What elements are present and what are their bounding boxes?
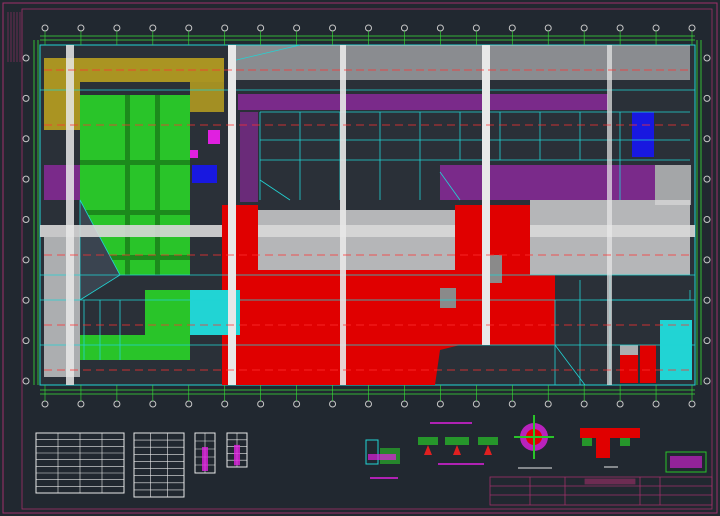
axis-bubble-bottom (149, 400, 157, 408)
axis-bubble-right (703, 94, 711, 102)
axis-bubble-bottom (77, 400, 85, 408)
axis-bubble-right (703, 216, 711, 223)
axis-bubble-top (41, 24, 49, 32)
axis-bubble-right (703, 296, 711, 304)
detail-section-4 (478, 437, 498, 455)
axis-bubble-right (703, 54, 711, 62)
axis-bubble-bottom (544, 400, 552, 408)
axis-bubble-top (365, 24, 372, 32)
table-frame (133, 432, 185, 498)
axis-bubble-right (703, 377, 711, 385)
axis-bubble-top (436, 24, 444, 32)
axis-bubble-bottom (652, 400, 660, 408)
axis-bubble-top (185, 24, 193, 32)
floor-plan-drawing (2, 2, 718, 514)
axis-bubble-left (22, 377, 30, 385)
axis-bubble-top (329, 24, 337, 32)
axis-bubble-top (257, 24, 265, 32)
axis-bubble-bottom (400, 400, 408, 408)
axis-bubble-bottom (508, 400, 516, 408)
title-block (489, 476, 713, 506)
axis-bubble-left (22, 256, 30, 264)
axis-bubble-bottom (580, 400, 588, 408)
axis-bubble-right (703, 337, 711, 345)
schedule-table (133, 432, 185, 498)
axis-bubble-left (22, 135, 30, 143)
axis-bubble-left (22, 337, 30, 345)
axis-bubble-top (544, 24, 552, 32)
axis-bubble-bottom (221, 400, 229, 408)
detail-section-3 (438, 437, 484, 465)
axis-bubble-bottom (257, 400, 265, 408)
axis-bubble-top (221, 24, 229, 32)
axis-bubble-top (77, 24, 85, 32)
axis-bubble-top (400, 24, 408, 32)
axis-bubble-top (293, 24, 301, 32)
axis-bubble-bottom (616, 400, 624, 408)
axis-bubble-top (652, 24, 660, 32)
binding-strip (7, 12, 21, 62)
detail-section-1 (365, 439, 400, 479)
axis-bubble-bottom (329, 400, 337, 408)
legend-swatch-table (194, 432, 216, 474)
cad-viewport[interactable] (0, 0, 720, 516)
axis-bubble-left (22, 296, 30, 304)
legend-swatch (234, 444, 240, 466)
axis-bubble-bottom (436, 400, 444, 408)
axis-bubble-top (580, 24, 588, 32)
axis-bubble-bottom (185, 400, 193, 408)
axis-bubble-bottom (113, 400, 121, 408)
legend-swatch (202, 447, 208, 471)
axis-bubble-top (149, 24, 157, 32)
axis-bubble-bottom (293, 400, 301, 408)
axis-bubble-top (688, 24, 696, 32)
axis-bubble-left (22, 54, 30, 62)
axis-bubble-left (22, 175, 30, 183)
legend-tables (35, 432, 248, 498)
axis-bubble-right (703, 135, 711, 143)
schedule-table (35, 432, 125, 494)
axis-bubble-top (508, 24, 516, 32)
axis-bubble-bottom (365, 400, 372, 408)
legend-swatch-table (226, 432, 248, 468)
axis-bubble-left (22, 94, 30, 102)
axis-bubble-bottom (41, 400, 49, 408)
axis-bubble-right (703, 256, 711, 264)
axis-bubble-left (22, 216, 30, 223)
detail-beam-joint (580, 428, 640, 468)
axis-bubble-bottom (688, 400, 696, 408)
axis-bubble-top (113, 24, 121, 32)
detail-stamp (665, 451, 707, 473)
axis-bubble-right (703, 175, 711, 183)
axis-bubble-top (472, 24, 480, 32)
detail-round-column (514, 415, 554, 469)
axis-bubble-bottom (472, 400, 480, 408)
axis-bubble-top (616, 24, 624, 32)
